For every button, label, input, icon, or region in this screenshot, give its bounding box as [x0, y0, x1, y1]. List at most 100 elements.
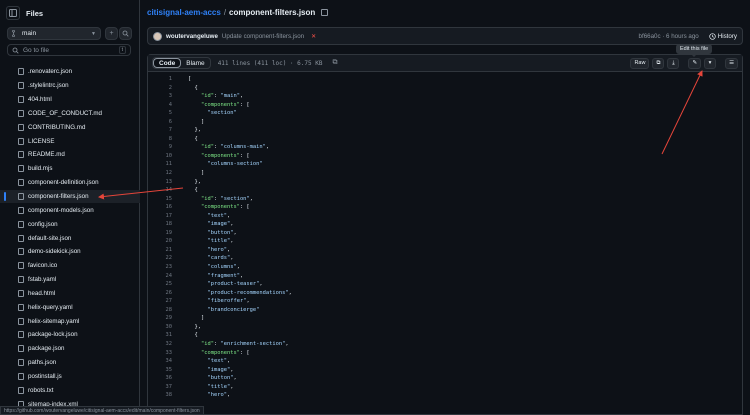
line-number[interactable]: 1 — [148, 75, 172, 84]
code-line: 19 "button", — [148, 229, 742, 238]
more-edit-options-icon[interactable]: ▾ — [704, 57, 717, 69]
line-number[interactable]: 13 — [148, 178, 173, 187]
commit-author[interactable]: woutervangeluwe — [166, 33, 218, 40]
main-content: citisignal-aem-accs / component-filters.… — [140, 0, 750, 415]
code-line: 9 "id": "columns-main", — [148, 143, 742, 152]
file-tree-item[interactable]: .stylelintrc.json — [0, 79, 140, 93]
line-number[interactable]: 8 — [148, 135, 172, 144]
line-number[interactable]: 26 — [148, 289, 173, 298]
file-name: CONTRIBUTING.md — [28, 123, 86, 131]
line-number[interactable]: 22 — [148, 254, 173, 263]
line-number[interactable]: 37 — [148, 383, 173, 392]
line-number[interactable]: 6 — [148, 118, 172, 127]
tab-blame[interactable]: Blame — [181, 58, 209, 68]
file-tree-item[interactable]: default-site.json — [0, 231, 140, 245]
file-tree-item[interactable]: component-definition.json — [0, 176, 140, 190]
file-tree-item[interactable]: fstab.yaml — [0, 273, 140, 287]
file-tree-item[interactable]: postinstall.js — [0, 370, 140, 384]
file-tree-item[interactable]: package-lock.json — [0, 328, 140, 342]
line-number[interactable]: 18 — [148, 220, 173, 229]
line-number[interactable]: 34 — [148, 357, 173, 366]
line-number[interactable]: 14 — [148, 186, 173, 195]
sidebar-title: Files — [26, 8, 44, 18]
branch-selector[interactable]: main ▼ — [7, 27, 101, 40]
file-tree-item[interactable]: LICENSE — [0, 134, 140, 148]
file-tree-item[interactable]: helix-sitemap.yaml — [0, 314, 140, 328]
file-icon — [18, 331, 24, 339]
copy-path-icon[interactable] — [321, 9, 329, 16]
line-number[interactable]: 30 — [148, 323, 173, 332]
line-number[interactable]: 32 — [148, 340, 173, 349]
file-name: fstab.yaml — [28, 276, 57, 284]
file-tree-item[interactable]: build.mjs — [0, 162, 140, 176]
line-content: ] — [188, 118, 205, 125]
avatar[interactable] — [153, 31, 162, 41]
search-button[interactable] — [119, 27, 132, 40]
view-mode-tabs: Code Blame — [152, 57, 211, 69]
file-tree-item[interactable]: paths.json — [0, 356, 140, 370]
file-tree-item[interactable]: README.md — [0, 148, 140, 162]
line-number[interactable]: 15 — [148, 195, 173, 204]
tab-code[interactable]: Code — [153, 58, 182, 68]
file-tree-item[interactable]: config.json — [0, 217, 140, 231]
line-content: "button", — [207, 375, 237, 382]
line-number[interactable]: 7 — [148, 126, 172, 135]
add-file-button[interactable]: + — [105, 27, 118, 40]
file-tree-item[interactable]: favicon.ico — [0, 259, 140, 273]
line-number[interactable]: 27 — [148, 297, 173, 306]
line-number[interactable]: 28 — [148, 306, 173, 315]
line-number[interactable]: 5 — [148, 109, 172, 118]
sidebar-toggle-icon[interactable] — [6, 6, 20, 20]
commit-message[interactable]: Update component-filters.json — [222, 33, 304, 40]
line-content: "product-recommendations", — [207, 289, 292, 296]
line-number[interactable]: 16 — [148, 203, 173, 212]
file-tree-item[interactable]: CODE_OF_CONDUCT.md — [0, 107, 140, 121]
line-number[interactable]: 12 — [148, 169, 173, 178]
file-tree-item[interactable]: CONTRIBUTING.md — [0, 120, 140, 134]
file-tree-item[interactable]: .renovaterc.json — [0, 65, 140, 79]
edit-pencil-icon[interactable]: ✎ — [688, 57, 702, 69]
line-number[interactable]: 31 — [148, 331, 173, 340]
line-content: "hero", — [207, 392, 231, 399]
line-number[interactable]: 23 — [148, 263, 173, 272]
line-number[interactable]: 2 — [148, 84, 172, 93]
copy-raw-icon[interactable]: ⧉ — [652, 57, 665, 69]
line-number[interactable]: 17 — [148, 212, 173, 221]
line-number[interactable]: 36 — [148, 374, 173, 383]
commit-hash-time[interactable]: bf66a0c · 6 hours ago — [639, 33, 699, 40]
go-to-file-input[interactable]: Go to file t — [7, 44, 131, 56]
symbols-icon[interactable]: ⧉ — [332, 59, 337, 67]
line-number[interactable]: 11 — [148, 160, 173, 169]
download-icon[interactable]: ⤓ — [667, 57, 680, 69]
line-number[interactable]: 10 — [148, 152, 173, 161]
line-number[interactable]: 25 — [148, 280, 173, 289]
check-failed-icon[interactable]: ✕ — [311, 33, 316, 40]
line-number[interactable]: 29 — [148, 314, 173, 323]
line-number[interactable]: 9 — [148, 143, 172, 152]
file-tree-item[interactable]: robots.txt — [0, 383, 140, 397]
line-number[interactable]: 19 — [148, 229, 173, 238]
code-line: 6 ] — [148, 118, 742, 127]
file-tree-item[interactable]: head.html — [0, 287, 140, 301]
raw-button[interactable]: Raw — [630, 57, 650, 69]
file-tree-item[interactable]: package.json — [0, 342, 140, 356]
file-tree-item[interactable]: demo-sidekick.json — [0, 245, 140, 259]
file-tree-item[interactable]: 404.html — [0, 93, 140, 107]
file-tree-item[interactable]: helix-query.yaml — [0, 300, 140, 314]
line-content: "text", — [207, 358, 231, 365]
line-number[interactable]: 35 — [148, 366, 173, 375]
symbols-panel-icon[interactable]: ☰ — [725, 57, 738, 69]
breadcrumb-repo-link[interactable]: citisignal-aem-accs — [147, 8, 221, 17]
line-number[interactable]: 24 — [148, 272, 173, 281]
file-tree-item[interactable]: component-filters.json — [0, 189, 140, 204]
line-number[interactable]: 4 — [148, 101, 172, 110]
history-button[interactable]: History — [709, 33, 737, 40]
line-number[interactable]: 33 — [148, 349, 173, 358]
line-number[interactable]: 38 — [148, 391, 173, 400]
file-tree-item[interactable]: component-models.json — [0, 203, 140, 217]
code-line: 36 "button", — [148, 374, 742, 383]
line-number[interactable]: 3 — [148, 92, 172, 101]
breadcrumb: citisignal-aem-accs / component-filters.… — [147, 8, 329, 17]
line-number[interactable]: 21 — [148, 246, 173, 255]
line-number[interactable]: 20 — [148, 237, 173, 246]
